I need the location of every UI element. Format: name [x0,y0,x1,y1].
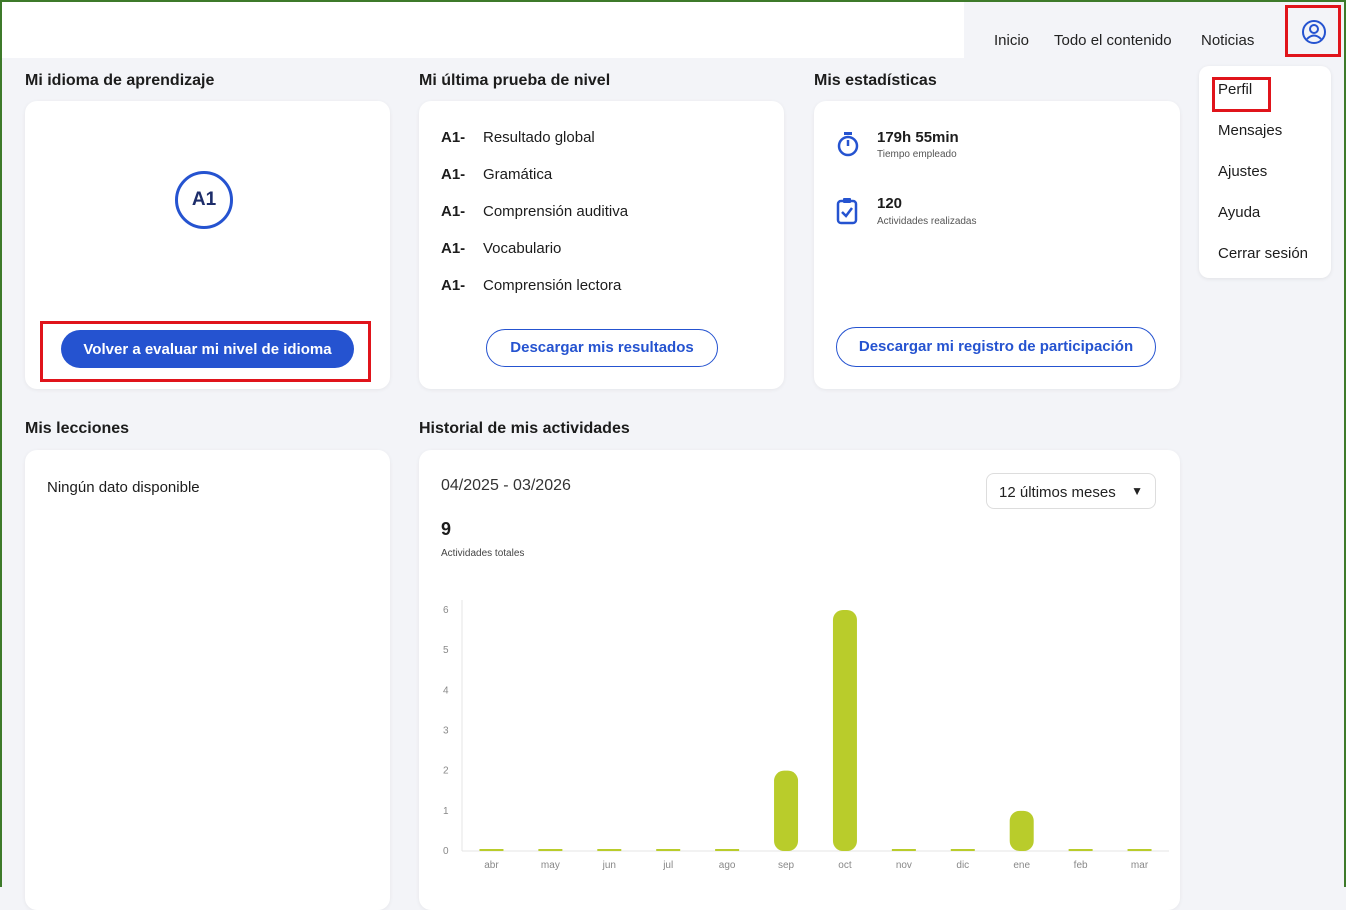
bar-feb[interactable] [1068,849,1093,851]
lessons-section-title: Mis lecciones [25,420,130,437]
x-tick-label: oct [838,860,852,871]
highlight-reassess-button [40,321,371,382]
total-activities-value: 9 [441,519,452,539]
nav-inicio[interactable]: Inicio [994,32,1029,49]
activities-bar-chart: 0 1 2 3 4 5 6 abr may jun jul ago sep oct nov dic ene feb… [443,600,1169,871]
x-tick-label: jul [662,860,673,871]
nav-noticias[interactable]: Noticias [1201,32,1254,49]
result-level: A1- [441,277,466,294]
total-activities-label: Actividades totales [441,548,525,559]
highlight-user-button [1285,5,1341,57]
bar-nov[interactable] [891,849,916,851]
x-tick-label: jun [602,860,616,871]
y-tick-label: 3 [443,726,449,737]
y-tick-label: 1 [443,806,449,817]
activities-label: Actividades realizadas [877,216,977,227]
history-card: 04/2025 - 03/2026 12 últimos meses ▼ 9 A… [419,450,1180,910]
x-tick-label: ago [719,860,736,871]
y-tick-label: 2 [443,766,449,777]
stopwatch-icon [837,132,859,157]
activities-value: 120 [877,195,903,212]
x-tick-label: mar [1131,860,1149,871]
result-label: Vocabulario [483,240,562,257]
download-results-button[interactable]: Descargar mis resultados [486,329,718,367]
bar-jul[interactable] [656,849,681,851]
result-row-listening: A1- Comprensión auditiva [441,203,628,220]
result-row-reading: A1- Comprensión lectora [441,277,621,294]
y-tick-label: 5 [443,645,449,656]
test-results-card: A1- Resultado global A1- Gramática A1- Comp… [419,101,784,389]
result-label: Comprensión auditiva [483,203,629,220]
menu-item-mensajes[interactable]: Mensajes [1218,122,1282,139]
time-label: Tiempo empleado [877,149,957,160]
y-tick-label: 4 [443,685,449,696]
bar-mar[interactable] [1127,849,1152,851]
download-participation-button[interactable]: Descargar mi registro de participación [836,327,1156,367]
menu-item-ajustes[interactable]: Ajustes [1218,163,1267,180]
result-level: A1- [441,203,466,220]
result-level: A1- [441,166,466,183]
bar-ene[interactable] [1009,810,1034,851]
period-select[interactable]: 12 últimos meses ▼ [986,473,1156,509]
result-row-grammar: A1- Gramática [441,166,552,183]
bar-abr[interactable] [479,849,504,851]
bar-oct[interactable] [832,610,857,851]
result-row-vocabulary: A1- Vocabulario [441,240,561,257]
clipboard-check-icon [836,198,858,225]
result-level: A1- [441,129,466,146]
x-tick-label: nov [896,860,912,871]
result-label: Comprensión lectora [483,277,622,294]
x-tick-label: dic [956,860,969,871]
x-tick-label: sep [778,860,795,871]
highlight-perfil [1212,77,1271,112]
lessons-card: Ningún dato disponible [25,450,390,910]
top-bar-left [2,2,964,58]
stats-section-title: Mis estadísticas [814,72,937,89]
test-section-title: Mi última prueba de nivel [419,72,611,89]
result-level: A1- [441,240,466,257]
x-tick-label: abr [484,860,499,871]
bar-sep[interactable] [774,770,799,851]
nav-todo-el-contenido[interactable]: Todo el contenido [1054,32,1172,49]
y-tick-label: 6 [443,605,449,616]
bar-dic[interactable] [950,849,975,851]
menu-item-cerrar-sesion[interactable]: Cerrar sesión [1218,245,1308,262]
language-level-badge: A1 [175,171,233,229]
menu-item-ayuda[interactable]: Ayuda [1218,204,1260,221]
caret-down-icon: ▼ [1131,484,1143,498]
lessons-empty-text: Ningún dato disponible [47,479,200,496]
time-value: 179h 55min [877,129,959,146]
bar-may[interactable] [538,849,563,851]
result-label: Resultado global [483,129,595,146]
period-select-value: 12 últimos meses [999,484,1116,501]
x-tick-label: may [541,860,560,871]
history-section-title: Historial de mis actividades [419,420,630,437]
y-tick-label: 0 [443,846,449,857]
history-date-range: 04/2025 - 03/2026 [441,477,571,494]
x-tick-label: feb [1074,860,1088,871]
result-row-global: A1- Resultado global [441,129,595,146]
language-section-title: Mi idioma de aprendizaje [25,72,215,89]
bar-jun[interactable] [597,849,622,851]
x-tick-label: ene [1013,860,1030,871]
result-label: Gramática [483,166,553,183]
stats-card: 179h 55min Tiempo empleado 120 Actividad… [814,101,1180,389]
bar-ago[interactable] [715,849,740,851]
